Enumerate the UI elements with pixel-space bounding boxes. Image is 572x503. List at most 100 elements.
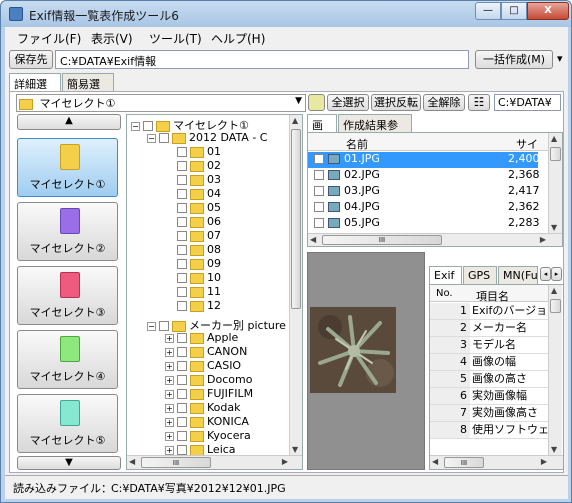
- tab-detailed-select[interactable]: 詳細選択: [9, 73, 61, 107]
- tree-maker-folder[interactable]: + CANON: [165, 345, 247, 359]
- col-item-header: 項目名: [476, 290, 509, 303]
- file-row[interactable]: 01.JPG 2,400: [308, 152, 540, 168]
- close-button[interactable]: X: [527, 2, 569, 20]
- tree-maker-folder[interactable]: + FUJIFILM: [165, 387, 253, 401]
- tree-month-folder[interactable]: 07: [177, 229, 221, 243]
- exif-row[interactable]: 6 実効画像幅: [430, 388, 548, 405]
- scroll-up-button[interactable]: ▲: [17, 114, 121, 130]
- exif-row[interactable]: 1Exifのバージョン: [430, 303, 548, 320]
- window-title: Exif情報一覧表作成ツール6: [29, 9, 179, 23]
- tree-month-folder[interactable]: 10: [177, 271, 221, 285]
- maximize-button[interactable]: □: [501, 2, 527, 20]
- myselect-4-button[interactable]: マイセレクト④: [17, 330, 118, 389]
- exif-table: No. 項目名 1Exifのバージョン2メーカー名3モデル名4画像の幅5画像の高…: [429, 284, 564, 470]
- exif-hscroll-thumb[interactable]: III: [444, 457, 484, 468]
- tree-maker-folder[interactable]: + KONICA: [165, 415, 249, 429]
- tree-month-folder[interactable]: 06: [177, 215, 221, 229]
- tree-folder-maker[interactable]: − メーカー別 picture -: [147, 317, 293, 332]
- save-path-bar: 保存先 C:¥DATA¥Exif情報 一括作成(M) ▾: [5, 49, 568, 71]
- save-path-field[interactable]: C:¥DATA¥Exif情報: [55, 50, 469, 69]
- app-window: Exif情報一覧表作成ツール6 — □ X ファイル(F) 表示(V) ツール(…: [0, 0, 572, 503]
- scroll-down-button[interactable]: ▼: [17, 456, 121, 470]
- tab-exif[interactable]: Exif: [429, 266, 462, 285]
- exif-hscrollbar[interactable]: ◀ III ▶: [430, 455, 563, 469]
- file-vscrollbar[interactable]: ▲ ▼: [548, 133, 562, 233]
- minimize-button[interactable]: —: [475, 2, 501, 20]
- tree-month-folder[interactable]: 12: [177, 299, 221, 313]
- col-name-header[interactable]: 名前: [346, 136, 368, 152]
- main-panel: マイセレクト① ▼ ▲ マイセレクト① マイセレクト② マイセレクト③ マイセレ…: [9, 91, 564, 473]
- exif-vscrollbar[interactable]: ▲ ▼: [548, 285, 562, 455]
- teal-folder-icon: [60, 400, 80, 426]
- tab-gps[interactable]: GPS: [463, 266, 497, 284]
- tree-vscrollbar[interactable]: ▲ ▼: [289, 115, 302, 455]
- clear-selection-button[interactable]: 全解除: [423, 94, 465, 111]
- tree-month-folder[interactable]: 02: [177, 159, 221, 173]
- menu-tools[interactable]: ツール(T): [149, 30, 202, 47]
- file-row[interactable]: 04.JPG 2,362: [308, 200, 540, 216]
- menu-help[interactable]: ヘルプ(H): [211, 30, 265, 47]
- current-folder-field[interactable]: C:¥DATA¥: [494, 94, 561, 111]
- title-bar[interactable]: Exif情報一覧表作成ツール6 — □ X: [1, 1, 571, 27]
- batch-create-button[interactable]: 一括作成(M): [475, 50, 553, 69]
- tree-maker-folder[interactable]: + Kodak: [165, 401, 241, 415]
- tab-simple-select[interactable]: 簡易選択: [62, 73, 114, 107]
- exif-row[interactable]: 5 画像の高さ: [430, 371, 548, 388]
- tree-maker-folder[interactable]: + Kyocera: [165, 429, 251, 443]
- status-bar: 読み込みファイル： C:¥DATA¥写真¥2012¥12¥01.JPG: [5, 475, 568, 497]
- myselect-dropdown[interactable]: マイセレクト① ▼: [16, 94, 306, 112]
- tree-folder-2012[interactable]: −2012 DATA - C: [147, 131, 267, 145]
- myselect-5-label: マイセレクト⑤: [29, 434, 106, 447]
- tree-hscroll-thumb[interactable]: III: [141, 457, 211, 468]
- tree-month-folder[interactable]: 09: [177, 257, 221, 271]
- myselect-3-label: マイセレクト③: [29, 306, 106, 319]
- tab-scroll-left[interactable]: ◂: [540, 267, 551, 281]
- exif-row[interactable]: 3 モデル名: [430, 337, 548, 354]
- tree-maker-folder[interactable]: + Docomo: [165, 373, 252, 387]
- tree-month-folder[interactable]: 03: [177, 173, 221, 187]
- open-folder-icon[interactable]: [308, 94, 325, 111]
- exif-row[interactable]: 7 実効画像高さ: [430, 405, 548, 422]
- menu-view[interactable]: 表示(V): [91, 30, 133, 47]
- exif-row[interactable]: 2 メーカー名: [430, 320, 548, 337]
- status-label: 読み込みファイル：: [13, 482, 112, 495]
- tree-month-folder[interactable]: 11: [177, 285, 221, 299]
- batch-dropdown-arrow[interactable]: ▾: [557, 52, 563, 65]
- file-hscrollbar[interactable]: ◀ III ▶: [308, 233, 562, 246]
- tab-image[interactable]: 画像: [307, 114, 337, 148]
- status-file-path: C:¥DATA¥写真¥2012¥12¥01.JPG: [111, 482, 286, 495]
- tree-root[interactable]: − マイセレクト①: [131, 117, 249, 132]
- tab-scroll-right[interactable]: ▸: [551, 267, 562, 281]
- purple-folder-icon: [60, 208, 80, 234]
- tree-maker-folder[interactable]: + Apple: [165, 331, 238, 345]
- tab-makernote[interactable]: MN(Fu: [498, 266, 538, 284]
- file-row[interactable]: 03.JPG 2,417: [308, 184, 540, 200]
- col-no-header: No.: [436, 288, 453, 299]
- file-hscroll-thumb[interactable]: III: [322, 235, 442, 245]
- list-view-icon[interactable]: ☷: [468, 94, 490, 111]
- select-all-button[interactable]: 全選択: [327, 94, 369, 111]
- tab-result[interactable]: 作成結果参照: [338, 114, 412, 148]
- file-row[interactable]: 05.JPG 2,283: [308, 216, 540, 232]
- tree-month-folder[interactable]: 05: [177, 201, 221, 215]
- invert-selection-button[interactable]: 選択反転: [371, 94, 421, 111]
- tree-month-folder[interactable]: 04: [177, 187, 221, 201]
- yellow-folder-icon: [60, 144, 80, 170]
- myselect-3-button[interactable]: マイセレクト③: [17, 266, 118, 325]
- green-folder-icon: [60, 336, 80, 362]
- tree-month-folder[interactable]: 08: [177, 243, 221, 257]
- file-row[interactable]: 02.JPG 2,368: [308, 168, 540, 184]
- myselect-1-button[interactable]: マイセレクト①: [17, 138, 118, 197]
- myselect-5-button[interactable]: マイセレクト⑤: [17, 394, 118, 453]
- tree-hscrollbar[interactable]: ◀ III ▶: [127, 455, 302, 469]
- folder-icon: [19, 98, 33, 110]
- exif-row[interactable]: 4 画像の幅: [430, 354, 548, 371]
- tree-month-folder[interactable]: 01: [177, 145, 221, 159]
- myselect-2-button[interactable]: マイセレクト②: [17, 202, 118, 261]
- menu-file[interactable]: ファイル(F): [17, 30, 81, 47]
- photo-thumbnail: [310, 307, 396, 393]
- myselect-4-label: マイセレクト④: [29, 370, 106, 383]
- save-location-button[interactable]: 保存先: [9, 50, 53, 69]
- exif-row[interactable]: 8 使用ソフトウェ: [430, 422, 548, 439]
- tree-maker-folder[interactable]: + CASIO: [165, 359, 241, 373]
